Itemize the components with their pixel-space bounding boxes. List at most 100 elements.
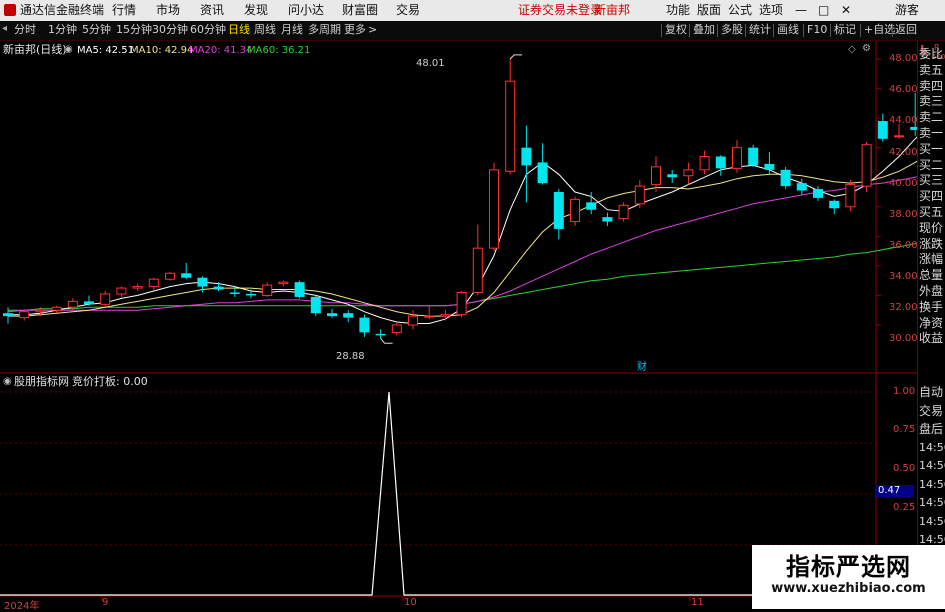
login-status[interactable]: 证券交易未登录 xyxy=(518,3,602,18)
tab-weekly[interactable]: 周线 xyxy=(254,23,276,37)
watermark-title: 指标严选网 xyxy=(786,553,911,581)
tab-more[interactable]: 更多 xyxy=(344,23,366,37)
candle-body xyxy=(715,156,726,169)
side-item[interactable]: 涨幅 xyxy=(919,252,943,266)
maximize-icon[interactable]: □ xyxy=(818,3,829,18)
menu-gongneng[interactable]: 功能 xyxy=(666,3,690,18)
tab-daily[interactable]: 日线 xyxy=(228,23,250,37)
price-tick: 32.00 xyxy=(889,302,918,313)
candle xyxy=(327,308,337,318)
btn-back[interactable]: 返回 xyxy=(895,23,917,37)
tab-fenshi[interactable]: 分时 xyxy=(14,23,36,37)
side-trade-item[interactable]: 14:56 xyxy=(919,478,945,492)
menu-banmian[interactable]: 版面 xyxy=(697,3,721,18)
ma10-legend: MA10: 42.94 xyxy=(130,45,194,56)
side-item[interactable]: 卖一 xyxy=(919,126,943,140)
close-icon[interactable]: ✕ xyxy=(841,3,851,18)
candle xyxy=(472,224,483,296)
left-arrow-icon[interactable]: ◂ xyxy=(2,23,7,34)
side-item[interactable]: 涨跌 xyxy=(919,237,943,251)
candle xyxy=(861,141,872,192)
menu-jiaoyi[interactable]: 交易 xyxy=(396,3,420,18)
ma5-legend: MA5: 42.51 xyxy=(77,45,135,56)
tab-5min[interactable]: 5分钟 xyxy=(82,23,111,37)
menu-xuanxiang[interactable]: 选项 xyxy=(759,3,783,18)
indicator-settings-icon[interactable]: ◉ xyxy=(3,376,12,388)
side-trade-item[interactable]: 自动 xyxy=(919,385,943,399)
price-tick: 34.00 xyxy=(889,271,918,282)
candle-body xyxy=(327,313,337,317)
side-item[interactable]: 卖五 xyxy=(919,63,943,77)
menu-wenxiaoda[interactable]: 问小达 xyxy=(288,3,324,18)
side-item[interactable]: 收益 xyxy=(919,331,943,345)
tab-60min[interactable]: 60分钟 xyxy=(190,23,226,37)
candle xyxy=(715,155,726,176)
indicator-current-tag: 0.47 xyxy=(876,485,915,497)
tab-1min[interactable]: 1分钟 xyxy=(48,23,77,37)
tab-15min[interactable]: 15分钟 xyxy=(116,23,152,37)
btn-tongji[interactable]: 统计 xyxy=(749,23,771,37)
side-item[interactable]: 总量 xyxy=(919,268,943,282)
candle-body xyxy=(84,301,94,305)
side-item[interactable]: 买五 xyxy=(919,205,943,219)
guest-user[interactable]: 游客 xyxy=(895,3,919,18)
tab-monthly[interactable]: 月线 xyxy=(281,23,303,37)
candle xyxy=(262,282,273,297)
finance-marker[interactable]: 财 xyxy=(637,358,647,373)
candle-body xyxy=(537,162,548,184)
tab-30min[interactable]: 30分钟 xyxy=(152,23,188,37)
btn-add-watchlist[interactable]: +自选 xyxy=(864,23,895,37)
side-item[interactable]: 卖二 xyxy=(919,110,943,124)
candle-body xyxy=(310,296,321,314)
side-item[interactable]: 买二 xyxy=(919,158,943,172)
candle xyxy=(553,189,564,240)
diamond-icon[interactable]: ◇ xyxy=(848,44,856,56)
side-item[interactable]: 买一 xyxy=(919,142,943,156)
side-trade-item[interactable]: 交易 xyxy=(919,404,943,418)
period-toolbar: ◂ 分时 1分钟 5分钟 15分钟 30分钟 60分钟 日线 周线 月线 多周期… xyxy=(0,21,945,41)
side-item[interactable]: 委比 xyxy=(919,47,943,61)
side-item[interactable]: 换手 xyxy=(919,300,943,314)
gear-icon[interactable]: ⚙ xyxy=(862,43,871,55)
menu-hangqing[interactable]: 行情 xyxy=(112,3,136,18)
more-arrow-icon[interactable]: > xyxy=(368,23,377,37)
side-item[interactable]: 卖四 xyxy=(919,79,943,93)
candle xyxy=(278,280,289,287)
kline-chart[interactable] xyxy=(0,41,917,609)
chart-settings-icon[interactable]: ◉ xyxy=(64,44,73,56)
btn-duogu[interactable]: 多股 xyxy=(721,23,743,37)
tab-multi-period[interactable]: 多周期 xyxy=(308,23,341,37)
menu-zixun[interactable]: 资讯 xyxy=(200,3,224,18)
side-item[interactable]: 卖三 xyxy=(919,94,943,108)
side-item[interactable]: 买三 xyxy=(919,173,943,187)
btn-biaoji[interactable]: 标记 xyxy=(834,23,856,37)
btn-fuquan[interactable]: 复权 xyxy=(665,23,687,37)
candle-body xyxy=(440,314,451,317)
date-label: 10 xyxy=(404,597,417,608)
menu-gongshi[interactable]: 公式 xyxy=(728,3,752,18)
candle xyxy=(294,280,305,299)
candle-body xyxy=(213,286,224,290)
side-trade-item[interactable]: 14:56 xyxy=(919,515,945,529)
side-trade-item[interactable]: 14:56 xyxy=(919,441,945,455)
candle-body xyxy=(813,189,823,198)
side-trade-item[interactable]: 14:56 xyxy=(919,459,945,473)
candle xyxy=(19,310,30,321)
side-item[interactable]: 外盘 xyxy=(919,284,943,298)
side-item[interactable]: 净资 xyxy=(919,316,943,330)
menu-caifuquan[interactable]: 财富圈 xyxy=(342,3,378,18)
side-item[interactable]: 买四 xyxy=(919,189,943,203)
menu-shichang[interactable]: 市场 xyxy=(156,3,180,18)
candle-body xyxy=(780,169,791,187)
side-trade-item[interactable]: 盘后 xyxy=(919,422,943,436)
side-item[interactable]: 现价 xyxy=(919,221,943,235)
side-trade-item[interactable]: 14:56 xyxy=(919,496,945,510)
candle-body xyxy=(910,126,917,130)
btn-diejia[interactable]: 叠加 xyxy=(693,23,715,37)
menu-faxian[interactable]: 发现 xyxy=(244,3,268,18)
candle-body xyxy=(19,311,30,319)
btn-huaxian[interactable]: 画线 xyxy=(777,23,799,37)
candle xyxy=(505,58,516,175)
minimize-icon[interactable]: — xyxy=(795,3,807,18)
btn-f10[interactable]: F10 xyxy=(807,23,827,37)
